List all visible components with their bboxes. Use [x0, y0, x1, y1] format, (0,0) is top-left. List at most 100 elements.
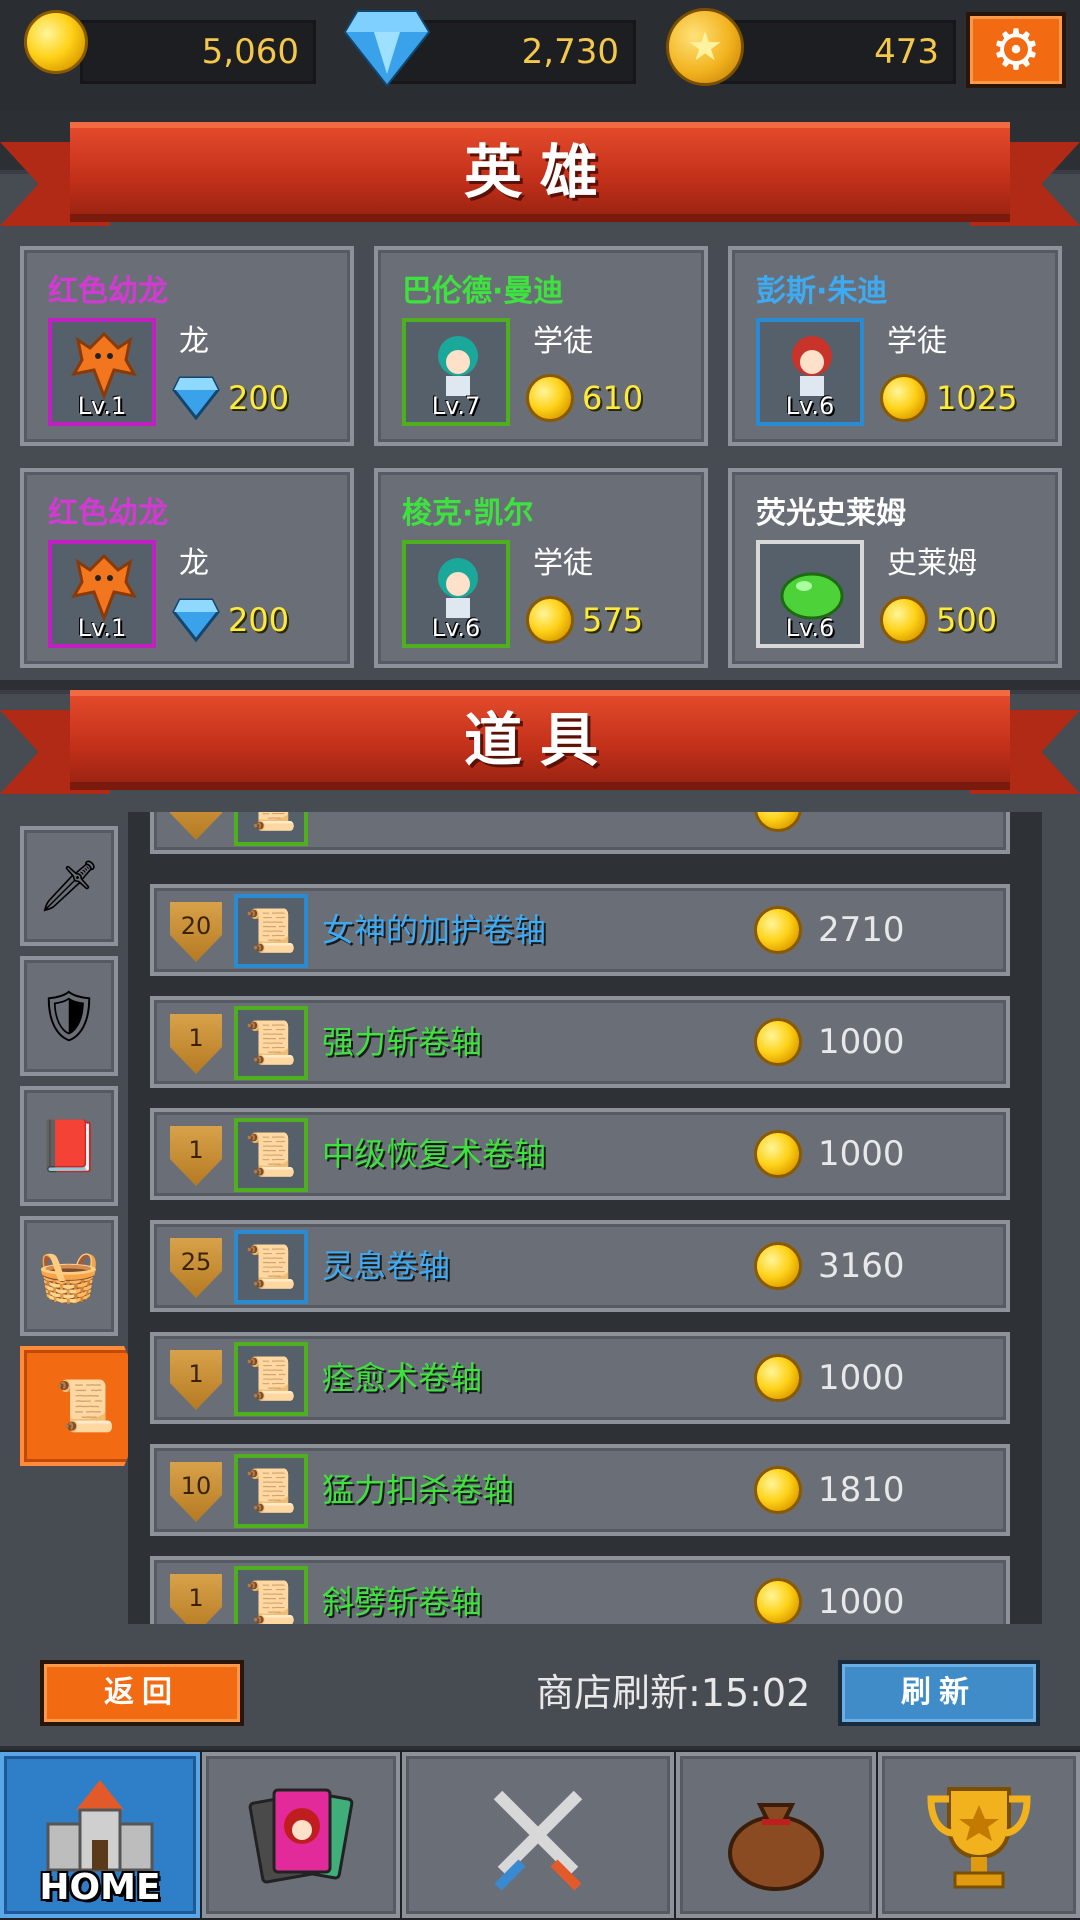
nav-bag[interactable] — [676, 1752, 876, 1918]
hero-card[interactable]: 梭克·凯尔 Lv.6 学徒 575 — [374, 468, 708, 668]
scroll-icon: 📜 — [234, 1230, 308, 1304]
gold-counter: 5,060 — [80, 20, 316, 84]
gold-coin-icon — [754, 1018, 802, 1066]
gold-coin-icon — [24, 10, 88, 74]
shield-icon: 🛡 — [37, 986, 101, 1045]
item-required-level: 1 — [188, 1136, 204, 1164]
tab-book[interactable]: 📕 — [20, 1086, 118, 1206]
tab-weapon[interactable]: 🗡 — [20, 826, 118, 946]
nav-trophy[interactable] — [878, 1752, 1080, 1918]
hero-class: 学徒 — [887, 324, 947, 359]
hero-price: 575 — [582, 601, 644, 639]
item-name: 痊愈术卷轴 — [322, 1359, 483, 1397]
hero-class: 学徒 — [533, 324, 593, 359]
item-price: 1000 — [818, 1358, 905, 1398]
settings-button[interactable]: ⚙ — [966, 12, 1066, 88]
hero-card[interactable]: 荧光史莱姆 Lv.6 史莱姆 500 — [728, 468, 1062, 668]
hero-level: Lv.7 — [431, 392, 481, 420]
list-item[interactable]: 25 📜 灵息卷轴 3160 — [150, 1220, 1010, 1312]
item-price: 1000 — [818, 1022, 905, 1062]
level-shield-icon: 1 — [170, 1350, 222, 1410]
hero-class: 史莱姆 — [887, 546, 977, 581]
list-item[interactable]: 1 📜 强力斩卷轴 1000 — [150, 996, 1010, 1088]
hero-portrait: Lv.6 — [756, 540, 864, 648]
hero-portrait: Lv.6 — [756, 318, 864, 426]
hero-level: Lv.1 — [77, 614, 127, 642]
hero-portrait: Lv.1 — [48, 318, 156, 426]
item-required-level: 25 — [180, 1248, 212, 1276]
scroll-icon: 📜 — [234, 1342, 308, 1416]
hero-price: 200 — [228, 379, 290, 417]
hero-portrait: Lv.7 — [402, 318, 510, 426]
level-shield-icon — [170, 812, 222, 840]
item-price: 3160 — [818, 1246, 905, 1286]
gold-coin-icon — [880, 596, 928, 644]
hero-level: Lv.6 — [785, 614, 835, 642]
hero-name: 荧光史莱姆 — [756, 496, 906, 531]
shop-refresh-timer: 商店刷新:15:02 — [536, 1671, 811, 1715]
crossed-swords-icon — [493, 1790, 583, 1891]
scroll-icon: 📜 — [234, 1006, 308, 1080]
hero-card[interactable]: 彭斯·朱迪 Lv.6 学徒 1025 — [728, 246, 1062, 446]
refresh-button[interactable]: 刷新 — [838, 1660, 1040, 1726]
list-item-partial[interactable]: 📜 — [150, 812, 1010, 854]
tab-chest[interactable]: 🧺 — [20, 1216, 118, 1336]
item-name: 斜劈斩卷轴 — [322, 1583, 483, 1621]
gem-icon — [172, 376, 220, 421]
list-item[interactable]: 10 📜 猛力扣杀卷轴 1810 — [150, 1444, 1010, 1536]
trophy-icon — [927, 1787, 1031, 1889]
scroll-icon: 📜 — [53, 1376, 117, 1435]
hero-name: 梭克·凯尔 — [402, 496, 534, 531]
gem-value: 2,730 — [521, 32, 619, 72]
sword-icon: 🗡 — [37, 856, 101, 915]
nav-home[interactable]: HOME — [0, 1752, 200, 1918]
hero-card[interactable]: 巴伦德·曼迪 Lv.7 学徒 610 — [374, 246, 708, 446]
hero-level: Lv.1 — [77, 392, 127, 420]
hero-price: 500 — [936, 601, 998, 639]
level-shield-icon: 1 — [170, 1574, 222, 1624]
list-item[interactable]: 1 📜 痊愈术卷轴 1000 — [150, 1332, 1010, 1424]
chest-icon: 🧺 — [37, 1246, 101, 1305]
scroll-icon: 📜 — [234, 1454, 308, 1528]
list-item[interactable]: 1 📜 中级恢复术卷轴 1000 — [150, 1108, 1010, 1200]
gold-value: 5,060 — [201, 32, 299, 72]
cards-icon — [248, 1788, 354, 1884]
hero-class: 龙 — [179, 546, 209, 581]
hero-name: 红色幼龙 — [48, 496, 168, 531]
list-item[interactable]: 20 📜 女神的加护卷轴 2710 — [150, 884, 1010, 976]
hero-name: 红色幼龙 — [48, 274, 168, 309]
hero-price: 610 — [582, 379, 644, 417]
hero-price: 200 — [228, 601, 290, 639]
item-price: 2710 — [818, 910, 905, 950]
scroll-icon: 📜 — [234, 1566, 308, 1624]
star-coin-icon: ★ — [666, 8, 744, 86]
item-price: 1810 — [818, 1470, 905, 1510]
item-required-level: 1 — [188, 1360, 204, 1388]
bag-icon — [728, 1803, 824, 1891]
item-price: 1000 — [818, 1134, 905, 1174]
item-banner: 道具 — [0, 690, 1080, 810]
scroll-icon: 📜 — [234, 812, 308, 846]
item-name: 猛力扣杀卷轴 — [322, 1471, 515, 1509]
item-required-level: 10 — [180, 1472, 212, 1500]
list-item[interactable]: 1 📜 斜劈斩卷轴 1000 — [150, 1556, 1010, 1624]
hero-panel: 英雄 红色幼龙 Lv.1 龙 200 巴伦德·曼迪 Lv.7 学徒 610 彭斯·朱迪 Lv.6 学… — [0, 122, 1080, 680]
hero-card[interactable]: 红色幼龙 Lv.1 龙 200 — [20, 468, 354, 668]
home-label: HOME — [39, 1867, 161, 1908]
hero-price: 1025 — [936, 379, 1018, 417]
gold-coin-icon — [754, 1130, 802, 1178]
star-counter: 473 — [720, 20, 956, 84]
gold-coin-icon — [880, 374, 928, 422]
nav-cards[interactable] — [202, 1752, 400, 1918]
hero-card[interactable]: 红色幼龙 Lv.1 龙 200 — [20, 246, 354, 446]
item-price: 1000 — [818, 1582, 905, 1622]
gem-icon — [344, 10, 430, 88]
back-button[interactable]: 返回 — [40, 1660, 244, 1726]
item-section-title: 道具 — [463, 706, 616, 774]
item-required-level: 20 — [180, 912, 212, 940]
tab-armor[interactable]: 🛡 — [20, 956, 118, 1076]
item-list[interactable]: 📜 20 📜 女神的加护卷轴 2710 1 📜 强力斩卷轴 1000 1 📜 中级恢复术卷轴 1000… — [128, 812, 1042, 1624]
book-icon: 📕 — [37, 1116, 101, 1175]
gold-coin-icon — [526, 596, 574, 644]
nav-battle[interactable] — [402, 1752, 674, 1918]
